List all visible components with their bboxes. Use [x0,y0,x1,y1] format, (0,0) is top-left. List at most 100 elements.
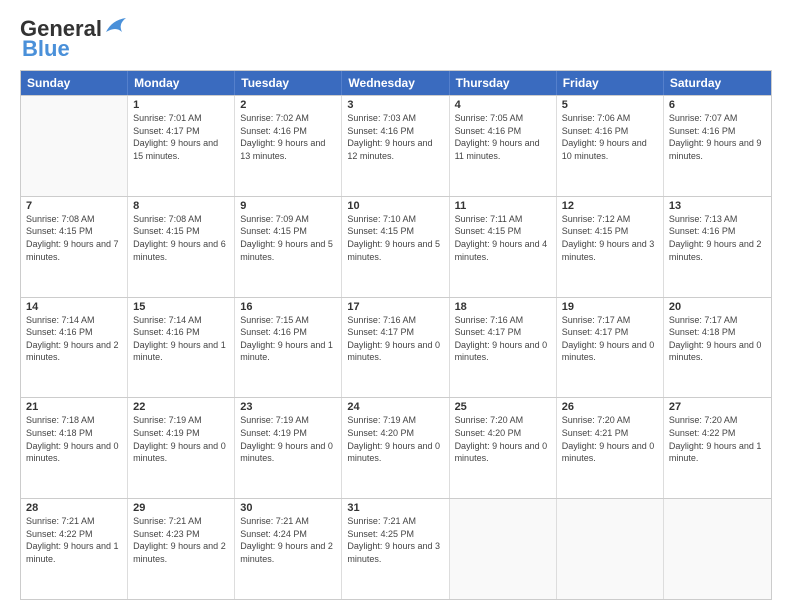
day-detail: Sunrise: 7:06 AMSunset: 4:16 PMDaylight:… [562,112,658,162]
day-detail: Sunrise: 7:20 AMSunset: 4:22 PMDaylight:… [669,414,766,464]
day-detail: Sunrise: 7:16 AMSunset: 4:17 PMDaylight:… [347,314,443,364]
calendar-cell: 28Sunrise: 7:21 AMSunset: 4:22 PMDayligh… [21,499,128,599]
day-detail: Sunrise: 7:17 AMSunset: 4:17 PMDaylight:… [562,314,658,364]
day-number: 7 [26,200,122,212]
calendar-row: 1Sunrise: 7:01 AMSunset: 4:17 PMDaylight… [21,95,771,196]
day-detail: Sunrise: 7:19 AMSunset: 4:19 PMDaylight:… [133,414,229,464]
day-number: 22 [133,401,229,413]
calendar-cell: 22Sunrise: 7:19 AMSunset: 4:19 PMDayligh… [128,398,235,498]
calendar-cell [450,499,557,599]
cal-header-day: Friday [557,71,664,95]
calendar-cell: 17Sunrise: 7:16 AMSunset: 4:17 PMDayligh… [342,298,449,398]
day-detail: Sunrise: 7:20 AMSunset: 4:20 PMDaylight:… [455,414,551,464]
calendar-header: SundayMondayTuesdayWednesdayThursdayFrid… [21,71,771,95]
day-detail: Sunrise: 7:19 AMSunset: 4:20 PMDaylight:… [347,414,443,464]
day-detail: Sunrise: 7:13 AMSunset: 4:16 PMDaylight:… [669,213,766,263]
day-number: 20 [669,301,766,313]
day-number: 15 [133,301,229,313]
calendar-row: 21Sunrise: 7:18 AMSunset: 4:18 PMDayligh… [21,397,771,498]
day-detail: Sunrise: 7:01 AMSunset: 4:17 PMDaylight:… [133,112,229,162]
day-detail: Sunrise: 7:21 AMSunset: 4:25 PMDaylight:… [347,515,443,565]
day-number: 16 [240,301,336,313]
calendar-cell: 16Sunrise: 7:15 AMSunset: 4:16 PMDayligh… [235,298,342,398]
calendar: SundayMondayTuesdayWednesdayThursdayFrid… [20,70,772,600]
day-detail: Sunrise: 7:12 AMSunset: 4:15 PMDaylight:… [562,213,658,263]
day-detail: Sunrise: 7:03 AMSunset: 4:16 PMDaylight:… [347,112,443,162]
cal-header-day: Saturday [664,71,771,95]
day-detail: Sunrise: 7:05 AMSunset: 4:16 PMDaylight:… [455,112,551,162]
day-number: 23 [240,401,336,413]
day-detail: Sunrise: 7:02 AMSunset: 4:16 PMDaylight:… [240,112,336,162]
day-number: 31 [347,502,443,514]
day-number: 14 [26,301,122,313]
day-detail: Sunrise: 7:21 AMSunset: 4:23 PMDaylight:… [133,515,229,565]
calendar-cell [664,499,771,599]
calendar-cell: 12Sunrise: 7:12 AMSunset: 4:15 PMDayligh… [557,197,664,297]
calendar-body: 1Sunrise: 7:01 AMSunset: 4:17 PMDaylight… [21,95,771,599]
calendar-cell: 24Sunrise: 7:19 AMSunset: 4:20 PMDayligh… [342,398,449,498]
day-detail: Sunrise: 7:08 AMSunset: 4:15 PMDaylight:… [133,213,229,263]
calendar-cell: 3Sunrise: 7:03 AMSunset: 4:16 PMDaylight… [342,96,449,196]
day-detail: Sunrise: 7:07 AMSunset: 4:16 PMDaylight:… [669,112,766,162]
calendar-cell: 2Sunrise: 7:02 AMSunset: 4:16 PMDaylight… [235,96,342,196]
calendar-cell: 27Sunrise: 7:20 AMSunset: 4:22 PMDayligh… [664,398,771,498]
header: General Blue [20,16,772,62]
calendar-row: 28Sunrise: 7:21 AMSunset: 4:22 PMDayligh… [21,498,771,599]
calendar-cell: 6Sunrise: 7:07 AMSunset: 4:16 PMDaylight… [664,96,771,196]
day-number: 1 [133,99,229,111]
calendar-row: 7Sunrise: 7:08 AMSunset: 4:15 PMDaylight… [21,196,771,297]
calendar-cell: 14Sunrise: 7:14 AMSunset: 4:16 PMDayligh… [21,298,128,398]
day-number: 11 [455,200,551,212]
calendar-cell: 7Sunrise: 7:08 AMSunset: 4:15 PMDaylight… [21,197,128,297]
day-detail: Sunrise: 7:16 AMSunset: 4:17 PMDaylight:… [455,314,551,364]
calendar-cell [557,499,664,599]
cal-header-day: Sunday [21,71,128,95]
cal-header-day: Thursday [450,71,557,95]
calendar-cell: 15Sunrise: 7:14 AMSunset: 4:16 PMDayligh… [128,298,235,398]
day-number: 6 [669,99,766,111]
calendar-cell: 20Sunrise: 7:17 AMSunset: 4:18 PMDayligh… [664,298,771,398]
logo-bird-icon [104,18,126,36]
logo: General Blue [20,16,126,62]
calendar-cell: 5Sunrise: 7:06 AMSunset: 4:16 PMDaylight… [557,96,664,196]
day-detail: Sunrise: 7:14 AMSunset: 4:16 PMDaylight:… [26,314,122,364]
calendar-cell: 19Sunrise: 7:17 AMSunset: 4:17 PMDayligh… [557,298,664,398]
day-number: 9 [240,200,336,212]
calendar-row: 14Sunrise: 7:14 AMSunset: 4:16 PMDayligh… [21,297,771,398]
calendar-cell: 23Sunrise: 7:19 AMSunset: 4:19 PMDayligh… [235,398,342,498]
calendar-cell: 4Sunrise: 7:05 AMSunset: 4:16 PMDaylight… [450,96,557,196]
day-number: 28 [26,502,122,514]
day-number: 12 [562,200,658,212]
day-number: 5 [562,99,658,111]
calendar-cell: 18Sunrise: 7:16 AMSunset: 4:17 PMDayligh… [450,298,557,398]
calendar-cell: 13Sunrise: 7:13 AMSunset: 4:16 PMDayligh… [664,197,771,297]
page: General Blue SundayMondayTuesdayWednesda… [0,0,792,612]
day-number: 21 [26,401,122,413]
calendar-cell: 1Sunrise: 7:01 AMSunset: 4:17 PMDaylight… [128,96,235,196]
day-number: 18 [455,301,551,313]
day-number: 3 [347,99,443,111]
day-number: 30 [240,502,336,514]
calendar-cell: 10Sunrise: 7:10 AMSunset: 4:15 PMDayligh… [342,197,449,297]
day-number: 27 [669,401,766,413]
day-detail: Sunrise: 7:08 AMSunset: 4:15 PMDaylight:… [26,213,122,263]
calendar-cell [21,96,128,196]
day-detail: Sunrise: 7:09 AMSunset: 4:15 PMDaylight:… [240,213,336,263]
cal-header-day: Tuesday [235,71,342,95]
calendar-cell: 31Sunrise: 7:21 AMSunset: 4:25 PMDayligh… [342,499,449,599]
calendar-cell: 29Sunrise: 7:21 AMSunset: 4:23 PMDayligh… [128,499,235,599]
day-number: 24 [347,401,443,413]
day-number: 19 [562,301,658,313]
day-detail: Sunrise: 7:21 AMSunset: 4:22 PMDaylight:… [26,515,122,565]
calendar-cell: 9Sunrise: 7:09 AMSunset: 4:15 PMDaylight… [235,197,342,297]
day-number: 25 [455,401,551,413]
day-detail: Sunrise: 7:10 AMSunset: 4:15 PMDaylight:… [347,213,443,263]
day-detail: Sunrise: 7:11 AMSunset: 4:15 PMDaylight:… [455,213,551,263]
day-detail: Sunrise: 7:19 AMSunset: 4:19 PMDaylight:… [240,414,336,464]
day-detail: Sunrise: 7:21 AMSunset: 4:24 PMDaylight:… [240,515,336,565]
calendar-cell: 11Sunrise: 7:11 AMSunset: 4:15 PMDayligh… [450,197,557,297]
day-detail: Sunrise: 7:17 AMSunset: 4:18 PMDaylight:… [669,314,766,364]
day-detail: Sunrise: 7:15 AMSunset: 4:16 PMDaylight:… [240,314,336,364]
day-number: 26 [562,401,658,413]
day-number: 4 [455,99,551,111]
